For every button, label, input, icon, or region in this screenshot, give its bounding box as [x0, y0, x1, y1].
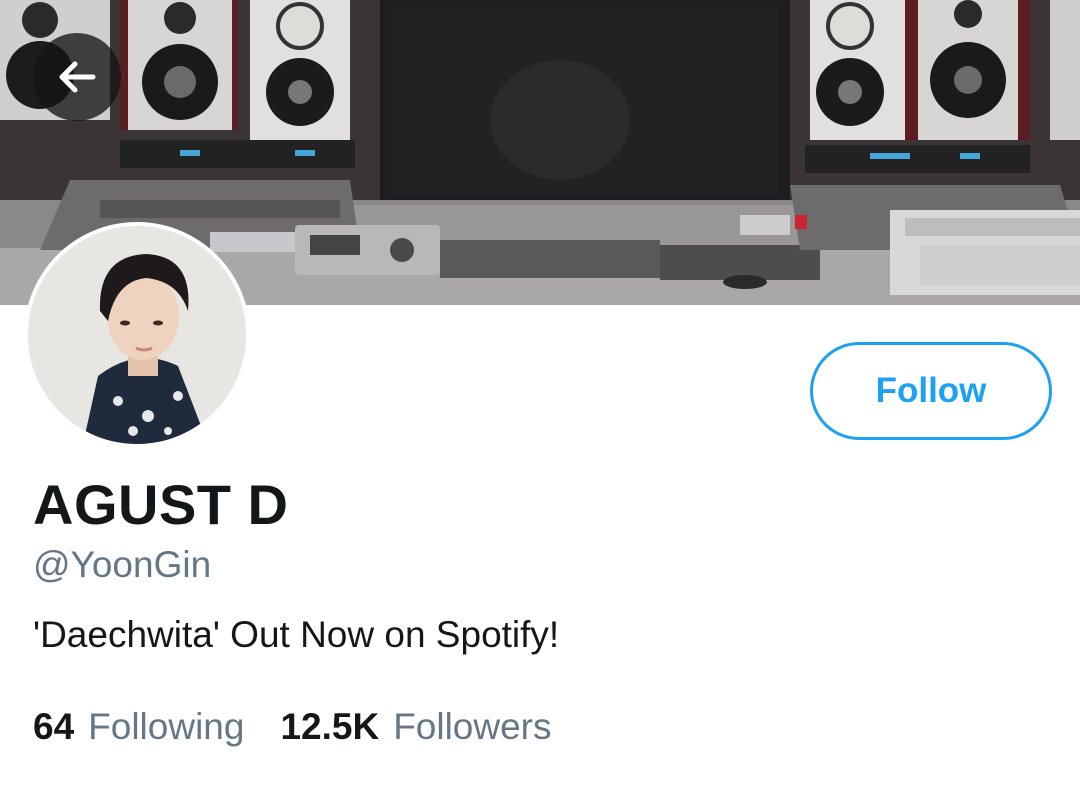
following-count: 64: [33, 706, 75, 747]
follow-button[interactable]: Follow: [810, 342, 1052, 440]
followers-link[interactable]: 12.5K Followers: [280, 706, 551, 748]
followers-label: Followers: [393, 706, 552, 747]
avatar[interactable]: [24, 222, 250, 448]
profile-stats: 64 Following 12.5K Followers: [33, 706, 552, 748]
back-button[interactable]: [33, 33, 121, 121]
followers-count: 12.5K: [280, 706, 380, 747]
arrow-left-icon: [59, 61, 96, 93]
profile-bio: 'Daechwita' Out Now on Spotify!: [33, 614, 560, 655]
avatar-image: [28, 226, 246, 444]
following-link[interactable]: 64 Following: [33, 706, 244, 748]
user-handle: @YoonGin: [33, 544, 212, 585]
following-label: Following: [88, 706, 245, 747]
display-name: AGUST D: [33, 473, 289, 536]
